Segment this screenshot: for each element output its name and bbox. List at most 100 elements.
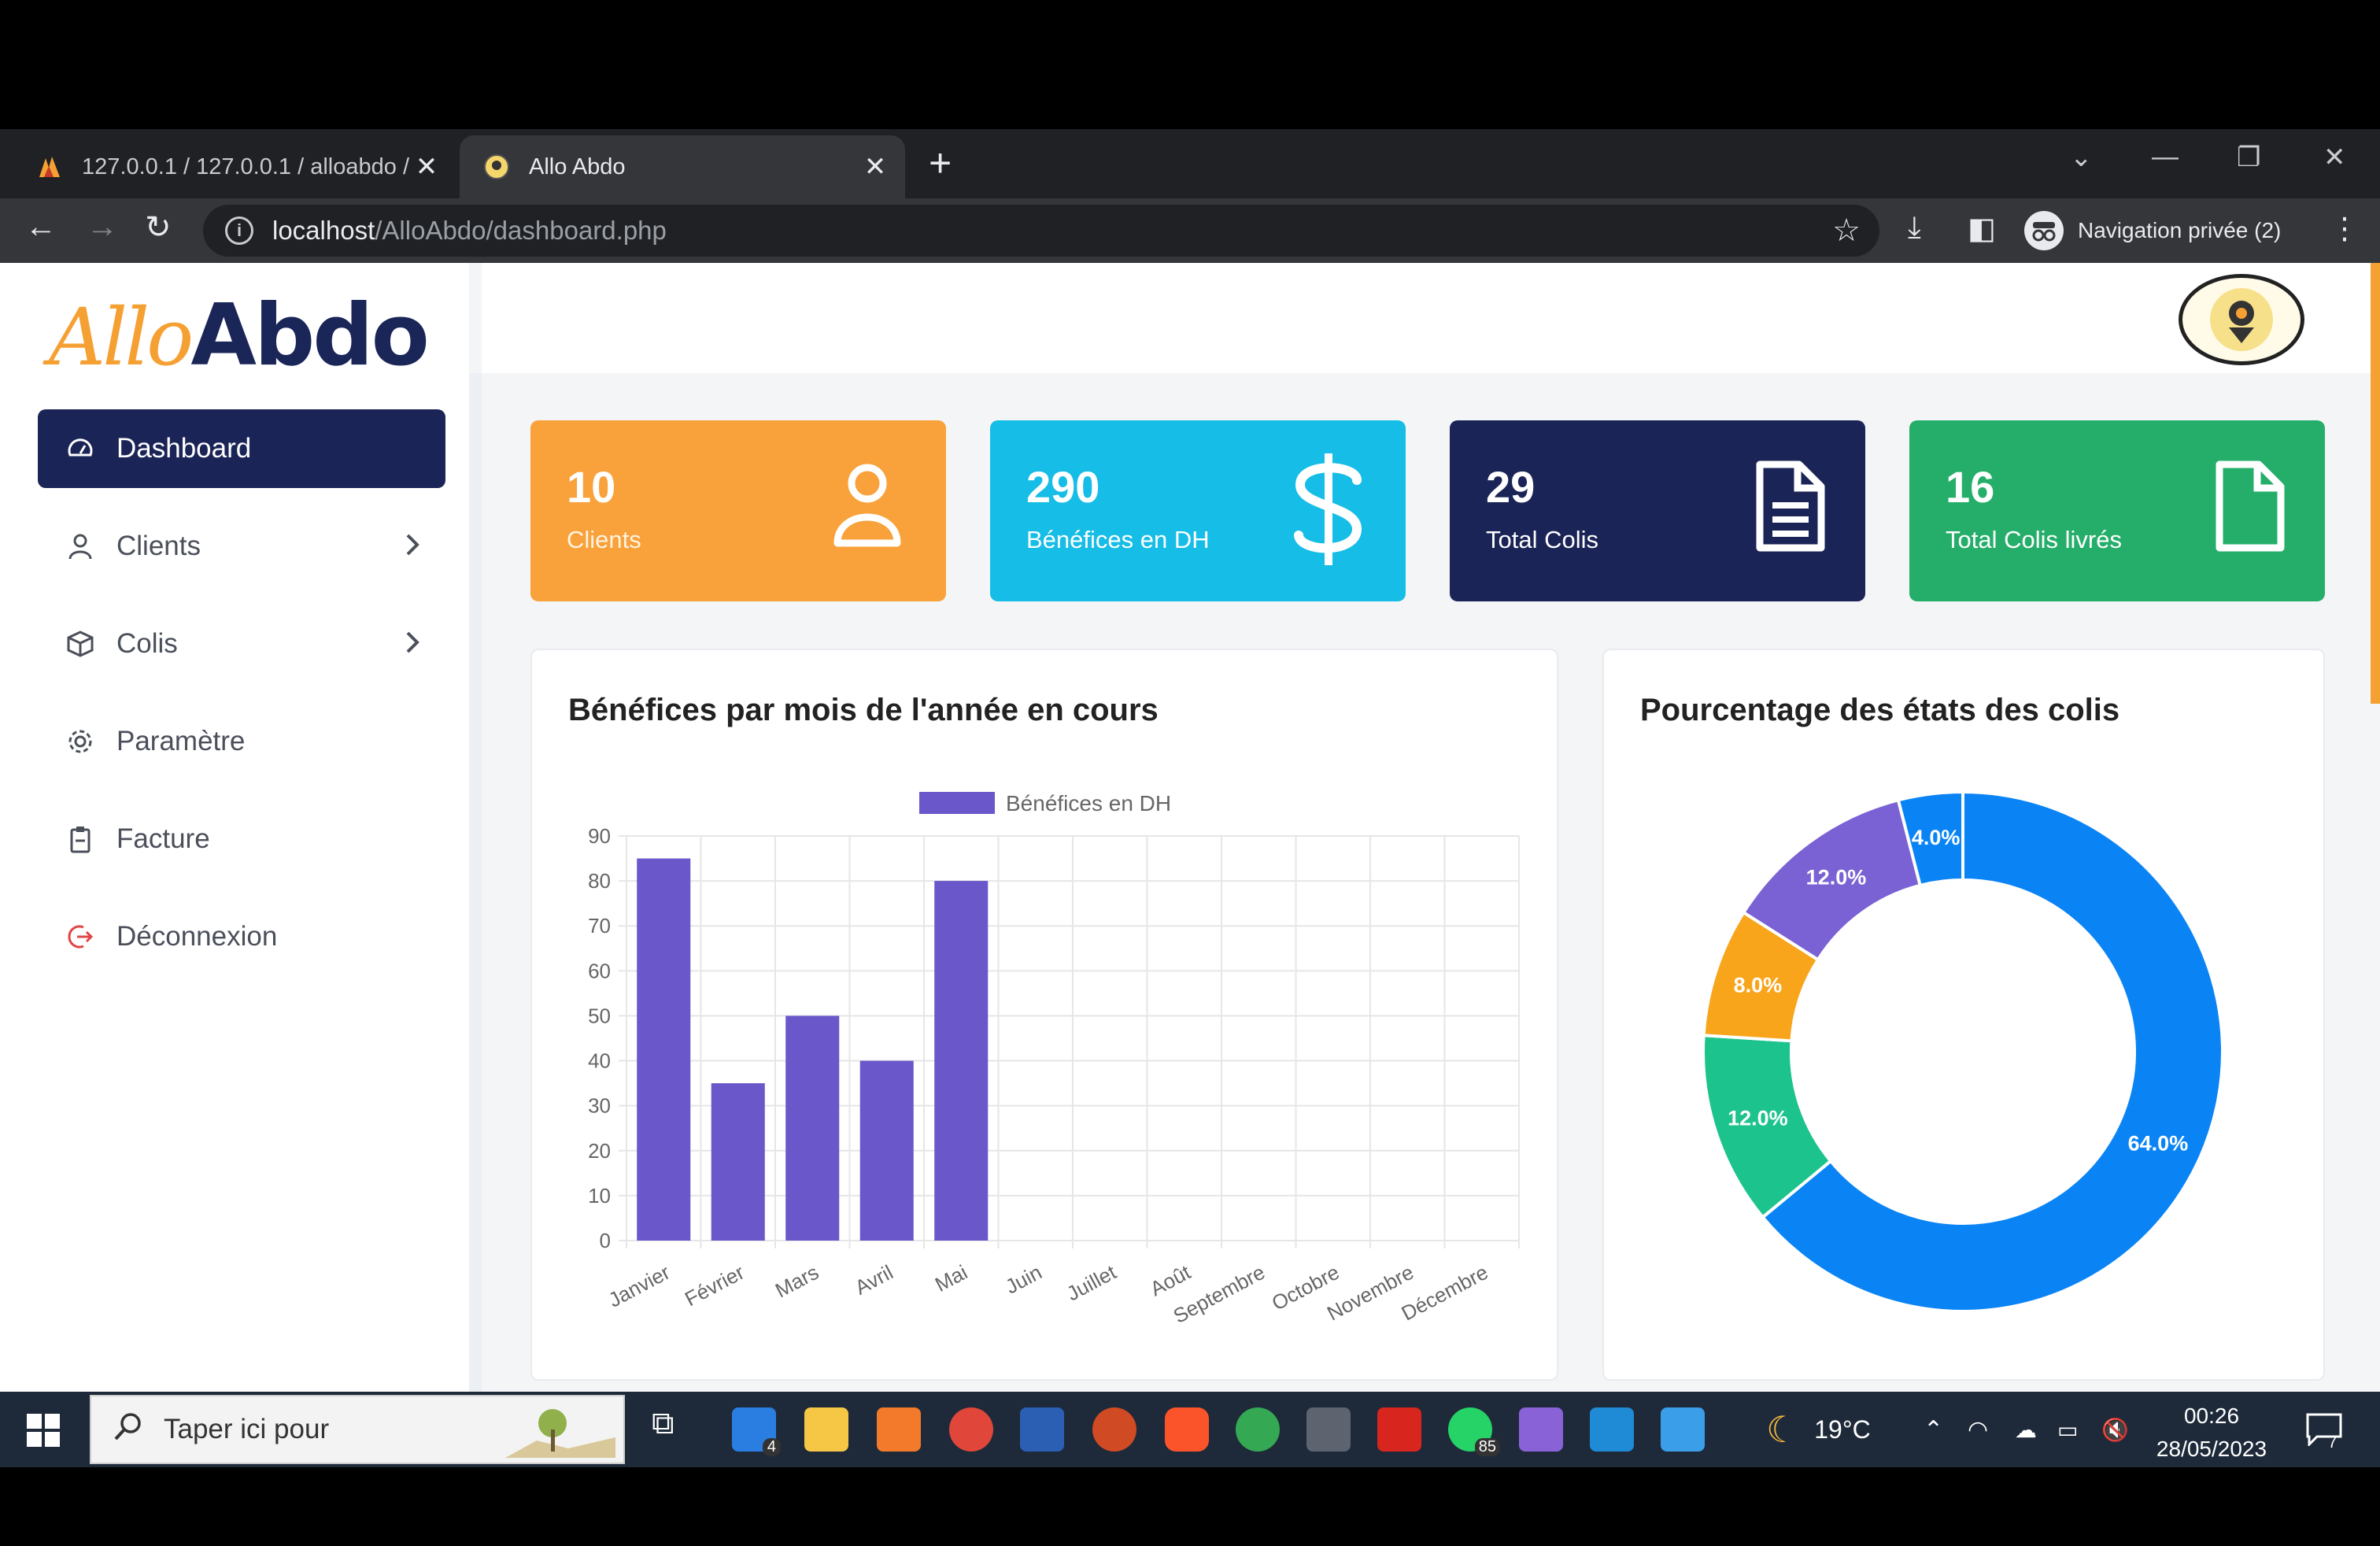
url-text: localhost/AlloAbdo/dashboard.php [272,216,667,245]
sidebar-item-clients[interactable]: Clients [38,507,445,586]
sidebar-item-label: Facture [116,823,210,854]
x-tick-label: Mars [771,1260,822,1303]
x-tick-label: Août [1146,1259,1195,1300]
tab-phpmyadmin[interactable]: 127.0.0.1 / 127.0.0.1 / alloabdo / ✕ [0,135,456,198]
minimize-button[interactable]: — [2152,142,2179,172]
tab-search-icon[interactable]: ⌄ [2070,142,2093,173]
onedrive-icon[interactable]: ☁ [2015,1392,2037,1467]
taskbar-clock[interactable]: 00:26 28/05/2023 [2141,1400,2282,1466]
bookmark-star-icon[interactable]: ☆ [1832,213,1861,249]
word-icon[interactable] [1020,1407,1064,1452]
phpmyadmin-icon [35,152,65,182]
bar-chart: 0 10 20 30 40 50 60 70 80 90 Janvier Février Mars Avr… [588,791,1520,1328]
chrome-active-icon[interactable] [949,1407,993,1452]
stat-card-clients[interactable]: 10 Clients [530,420,946,601]
y-tick-label: 50 [588,1004,611,1027]
file-icon [2213,460,2286,557]
tray-chevron-icon[interactable]: ⌃ [1924,1392,1943,1467]
x-tick-label: Février [681,1260,748,1311]
taskbar-search-input[interactable]: Taper ici pour [90,1395,625,1464]
windows-taskbar: Taper ici pour ⧉ 4 85 ☾ 19°C ⌃ ◠ ☁ ▭ 🔇 0… [0,1392,2380,1467]
address-bar[interactable]: i localhost/AlloAbdo/dashboard.php ☆ [203,205,1879,257]
task-view-icon[interactable]: ⧉ [652,1406,696,1450]
x-tick-label: Janvier [604,1260,674,1312]
reload-icon[interactable]: ↻ [145,209,172,246]
private-mode-badge[interactable]: Navigation privée (2) [2024,208,2281,253]
page-content: Allo Abdo Dashboard Clients Colis Paramè… [0,263,2380,1392]
tab-allo-abdo[interactable]: Allo Abdo ✕ [460,135,905,198]
doughnut-chart: 64.0% 12.0% 8.0% 12.0% 4.0% [1702,790,2224,1313]
powerpoint-icon[interactable] [1092,1407,1136,1452]
stat-value: 10 [567,462,616,512]
sidebar-item-facture[interactable]: Facture [38,800,445,878]
bar-janvier [637,858,691,1241]
stat-card-benefices[interactable]: 290 Bénéfices en DH [990,420,1406,601]
vscode-icon[interactable] [1590,1407,1634,1452]
legend-label: Bénéfices en DH [1006,791,1171,816]
xampp-icon[interactable] [877,1407,921,1452]
brave-icon[interactable] [1165,1407,1209,1452]
volume-muted-icon[interactable]: 🔇 [2101,1392,2129,1467]
y-tick-label: 60 [588,959,611,982]
sidebar-item-dashboard[interactable]: Dashboard [38,409,445,488]
sidebar-item-label: Paramètre [116,726,246,756]
notification-icon[interactable]: 7 [2306,1392,2342,1467]
chrome-icon[interactable] [1236,1407,1280,1452]
close-tab-icon[interactable]: ✕ [859,151,891,183]
bar-mars [785,1015,840,1241]
chevron-right-icon [403,529,422,568]
wifi-icon[interactable]: ◠ [1968,1392,1988,1467]
stat-value: 290 [1026,462,1100,512]
calculator-icon[interactable] [1306,1407,1351,1452]
brand-logo[interactable]: Allo Abdo [49,287,430,397]
new-tab-button[interactable]: + [929,140,952,186]
sidebar-item-deconnexion[interactable]: Déconnexion [38,897,445,976]
gauge-icon [65,433,96,464]
close-window-button[interactable]: ✕ [2323,142,2346,173]
more-menu-icon[interactable]: ⋮ [2330,211,2360,246]
info-icon[interactable]: i [225,216,253,245]
tab-title: Allo Abdo [529,153,626,179]
battery-icon[interactable]: ▭ [2057,1392,2078,1467]
y-tick-label: 20 [588,1139,611,1163]
stat-value: 16 [1946,462,1995,512]
video-editor-icon[interactable] [1519,1407,1563,1452]
search-highlight-image [505,1406,615,1465]
slice-label: 64.0% [2128,1132,2189,1156]
sidebar: Allo Abdo Dashboard Clients Colis Paramè… [0,263,469,1392]
close-tab-icon[interactable]: ✕ [411,151,442,183]
stat-card-total-colis[interactable]: 29 Total Colis [1450,420,1865,601]
user-icon [65,531,96,562]
mail-app-icon[interactable]: 4 [732,1407,781,1456]
sidebar-item-label: Déconnexion [116,921,278,952]
stat-label: Bénéfices en DH [1026,526,1210,553]
user-icon [828,460,907,552]
windows-start-icon[interactable] [27,1414,60,1451]
restore-button[interactable]: ❐ [2237,142,2260,173]
file-explorer-icon[interactable] [804,1407,848,1452]
stat-card-colis-livres[interactable]: 16 Total Colis livrés [1909,420,2325,601]
y-tick-label: 30 [588,1094,611,1118]
sidebar-scrollbar[interactable] [469,373,482,1392]
acrobat-icon[interactable] [1377,1407,1421,1452]
store-app-icon[interactable] [1661,1407,1705,1452]
box-icon [65,628,96,660]
site-favicon [482,152,512,182]
legend-swatch [919,792,995,814]
x-tick-label: Juillet [1062,1259,1120,1305]
slice-label: 8.0% [1734,973,1783,997]
sidebar-item-parametre[interactable]: Paramètre [38,702,445,781]
stat-label: Clients [567,526,641,553]
top-header [482,263,2380,373]
download-icon[interactable]: ⤓ [1908,211,1921,245]
weather-widget[interactable]: ☾ 19°C [1766,1392,1871,1467]
back-arrow-icon[interactable]: ← [25,209,57,245]
private-mode-label: Navigation privée (2) [2078,218,2282,242]
page-scrollbar[interactable] [2371,263,2380,704]
sidebar-item-colis[interactable]: Colis [38,605,445,683]
side-panel-icon[interactable]: ◧ [1968,211,1996,246]
company-logo[interactable] [2179,274,2304,365]
y-tick-label: 40 [588,1049,611,1073]
forward-arrow-icon[interactable]: → [87,209,118,245]
whatsapp-icon[interactable]: 85 [1448,1407,1500,1456]
